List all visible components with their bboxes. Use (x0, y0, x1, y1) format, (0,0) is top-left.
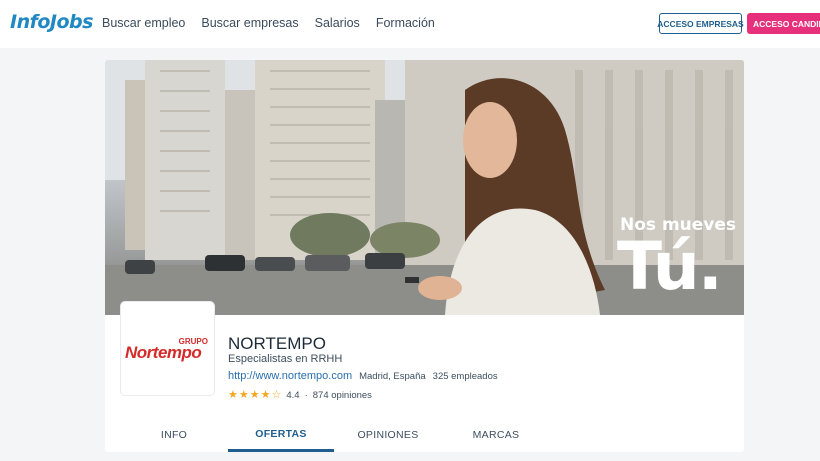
infojobs-logo[interactable]: InfoJobs (10, 11, 93, 33)
tab-info[interactable]: INFO (142, 418, 206, 452)
rating-stars: ★ ★ ★ ★ ☆ (228, 390, 281, 401)
rating-value: 4.4 (286, 390, 300, 401)
nav-buscar-empleo[interactable]: Buscar empleo (102, 16, 185, 30)
top-navigation-bar: InfoJobs Buscar empleo Buscar empresas S… (0, 0, 820, 48)
banner-slogan-line2: Tú. (617, 228, 723, 305)
company-meta: http://www.nortempo.com Madrid, España 3… (228, 370, 498, 382)
company-logo-word: Nortempo (125, 343, 202, 362)
star-icon: ★ (228, 389, 238, 401)
company-website-link[interactable]: http://www.nortempo.com (228, 370, 352, 382)
main-nav: Buscar empleo Buscar empresas Salarios F… (102, 16, 435, 30)
company-tabs: INFO OFERTAS OPINIONES MARCAS (122, 418, 742, 452)
acceso-empresas-button[interactable]: ACCESO EMPRESAS (657, 13, 744, 34)
nav-buscar-empresas[interactable]: Buscar empresas (201, 16, 298, 30)
company-name: NORTEMPO (228, 334, 326, 353)
company-logo: GRUPO Nortempo (121, 302, 214, 395)
star-icon: ★ (249, 389, 260, 401)
tab-opiniones[interactable]: OPINIONES (354, 418, 422, 452)
company-tagline: Especialistas en RRHH (228, 353, 343, 365)
opinions-count[interactable]: 874 opiniones (313, 390, 372, 401)
company-banner: Nos mueves Tú. (105, 60, 744, 315)
star-outline-icon: ☆ (271, 389, 282, 401)
company-profile-card: Nos mueves Tú. GRUPO Nortempo NORTEMPO E… (105, 60, 744, 452)
company-location: Madrid, España (359, 371, 426, 382)
tab-ofertas[interactable]: OFERTAS (228, 418, 334, 452)
nav-salarios[interactable]: Salarios (315, 16, 360, 30)
company-rating: ★ ★ ★ ★ ☆ 4.4 · 874 opiniones (228, 390, 372, 402)
star-icon: ★ (238, 389, 249, 401)
star-icon: ★ (260, 389, 271, 401)
rating-separator: · (304, 390, 308, 401)
company-employees: 325 empleados (432, 371, 498, 382)
tab-marcas[interactable]: MARCAS (466, 418, 526, 452)
nav-formacion[interactable]: Formación (376, 16, 435, 30)
acceso-candidatos-button[interactable]: ACCESO CANDIDATOS (747, 13, 820, 34)
